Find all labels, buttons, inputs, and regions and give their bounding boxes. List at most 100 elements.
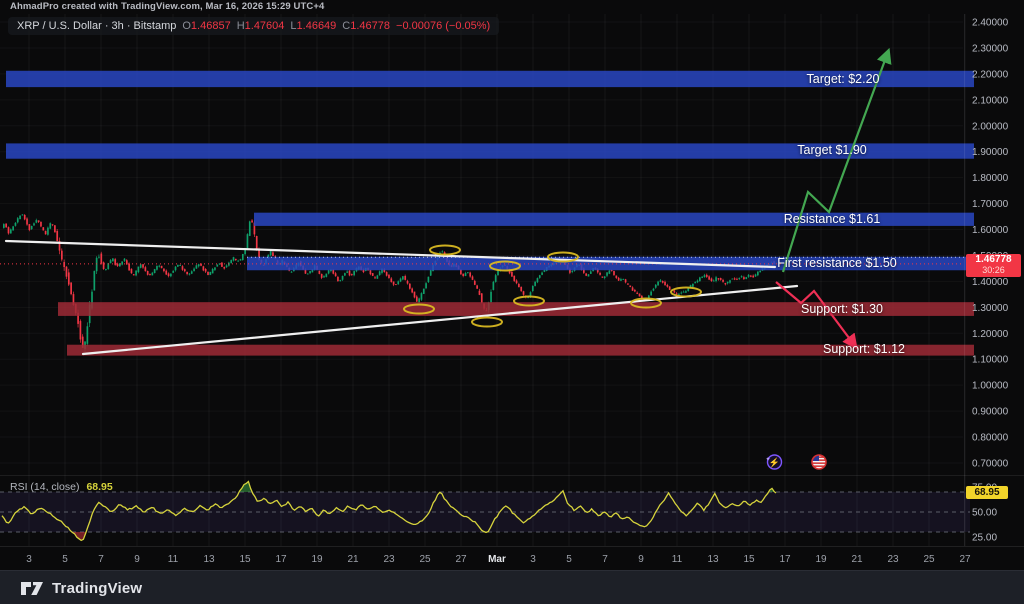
- candle: [537, 278, 539, 282]
- svg-text:1.10000: 1.10000: [972, 355, 1009, 366]
- candle: [344, 273, 346, 275]
- candle: [346, 271, 348, 272]
- candle: [664, 282, 666, 285]
- candle: [126, 260, 128, 264]
- candle: [193, 269, 195, 271]
- candle: [462, 274, 464, 276]
- candle: [353, 271, 355, 275]
- candle: [736, 279, 738, 280]
- candle: [47, 228, 49, 235]
- candle: [748, 275, 750, 277]
- zone-label[interactable]: Support: $1.30: [801, 302, 883, 316]
- candle: [400, 279, 402, 282]
- candle: [467, 272, 469, 273]
- last-price-value: 1.46778: [966, 255, 1021, 265]
- candle: [22, 215, 24, 216]
- candle: [212, 269, 214, 273]
- svg-text:2.10000: 2.10000: [972, 95, 1009, 106]
- price-axis[interactable]: 2.400002.300002.200002.100002.000001.900…: [972, 18, 1009, 544]
- candle: [411, 289, 413, 293]
- candle: [372, 273, 374, 276]
- candle: [374, 277, 376, 278]
- open-value: 1.46857: [191, 20, 231, 32]
- candle: [93, 271, 95, 291]
- svg-text:9: 9: [134, 554, 140, 565]
- candle: [599, 273, 601, 275]
- time-axis[interactable]: 3579111315171921232527Mar357911131517192…: [26, 554, 971, 565]
- candle: [428, 277, 430, 282]
- candle: [154, 269, 156, 273]
- candle: [5, 223, 7, 227]
- candle: [388, 275, 390, 278]
- svg-text:13: 13: [707, 554, 719, 565]
- zone-label[interactable]: Support: $1.12: [823, 342, 905, 356]
- zone-label[interactable]: Resistance $1.61: [784, 212, 881, 226]
- candle: [233, 257, 235, 260]
- us-flag-icon[interactable]: [810, 453, 828, 471]
- svg-text:3: 3: [26, 554, 32, 565]
- candle: [407, 281, 409, 284]
- svg-text:25.00: 25.00: [972, 533, 997, 544]
- candle: [604, 276, 606, 277]
- tradingview-wordmark[interactable]: TradingView: [52, 580, 142, 597]
- candle: [184, 269, 186, 271]
- svg-text:27: 27: [959, 554, 971, 565]
- candle: [63, 262, 65, 267]
- candle: [377, 275, 379, 278]
- candles-layer[interactable]: [3, 214, 777, 352]
- candle: [752, 276, 754, 278]
- candle: [112, 258, 114, 261]
- candle: [40, 222, 42, 227]
- candle: [189, 274, 191, 275]
- change-value: −0.00076 (−0.05%): [396, 20, 490, 32]
- candle: [175, 267, 177, 271]
- svg-text:Mar: Mar: [488, 554, 506, 565]
- zone-label[interactable]: Target: $2.20: [807, 72, 880, 86]
- candle: [416, 297, 418, 302]
- candle: [124, 259, 126, 261]
- candle: [404, 276, 406, 280]
- zone-label[interactable]: First resistance $1.50: [777, 256, 897, 270]
- candle: [135, 271, 137, 276]
- svg-text:13: 13: [203, 554, 215, 565]
- candle: [251, 220, 253, 222]
- svg-text:19: 19: [311, 554, 323, 565]
- high-value: 1.47604: [245, 20, 285, 32]
- zone-label[interactable]: Target $1.90: [797, 143, 867, 157]
- svg-text:⚡: ⚡: [769, 457, 780, 469]
- symbol-legend[interactable]: XRP / U.S. Dollar · 3h · BitstampO1.4685…: [8, 17, 499, 35]
- svg-text:1.70000: 1.70000: [972, 199, 1009, 210]
- svg-text:1.60000: 1.60000: [972, 225, 1009, 236]
- candle: [490, 292, 492, 302]
- bar-countdown: 30:26: [966, 265, 1021, 275]
- svg-text:0.70000: 0.70000: [972, 459, 1009, 470]
- candle: [713, 281, 715, 282]
- candle: [602, 276, 604, 277]
- candle: [121, 261, 123, 264]
- candle: [325, 274, 327, 277]
- candle: [56, 231, 58, 241]
- candle: [172, 271, 174, 273]
- svg-text:25: 25: [923, 554, 935, 565]
- candle: [493, 282, 495, 290]
- candle: [100, 254, 102, 264]
- svg-text:9: 9: [638, 554, 644, 565]
- candle: [615, 276, 617, 278]
- candle: [203, 266, 205, 270]
- candle: [532, 286, 534, 291]
- candle: [339, 280, 341, 281]
- candle: [110, 260, 112, 263]
- rsi-pane[interactable]: [0, 482, 970, 541]
- candle: [687, 288, 689, 291]
- tradingview-logo-icon[interactable]: [20, 580, 44, 597]
- candle: [588, 274, 590, 276]
- candle: [328, 270, 330, 273]
- candle: [662, 281, 664, 283]
- svg-text:23: 23: [383, 554, 395, 565]
- candle: [98, 257, 100, 258]
- rsi-legend[interactable]: RSI (14, close)68.95: [10, 481, 113, 493]
- candle: [3, 224, 5, 228]
- boost-icon[interactable]: ⚡ ✦: [765, 453, 783, 471]
- candle: [140, 264, 142, 267]
- candle: [516, 281, 518, 284]
